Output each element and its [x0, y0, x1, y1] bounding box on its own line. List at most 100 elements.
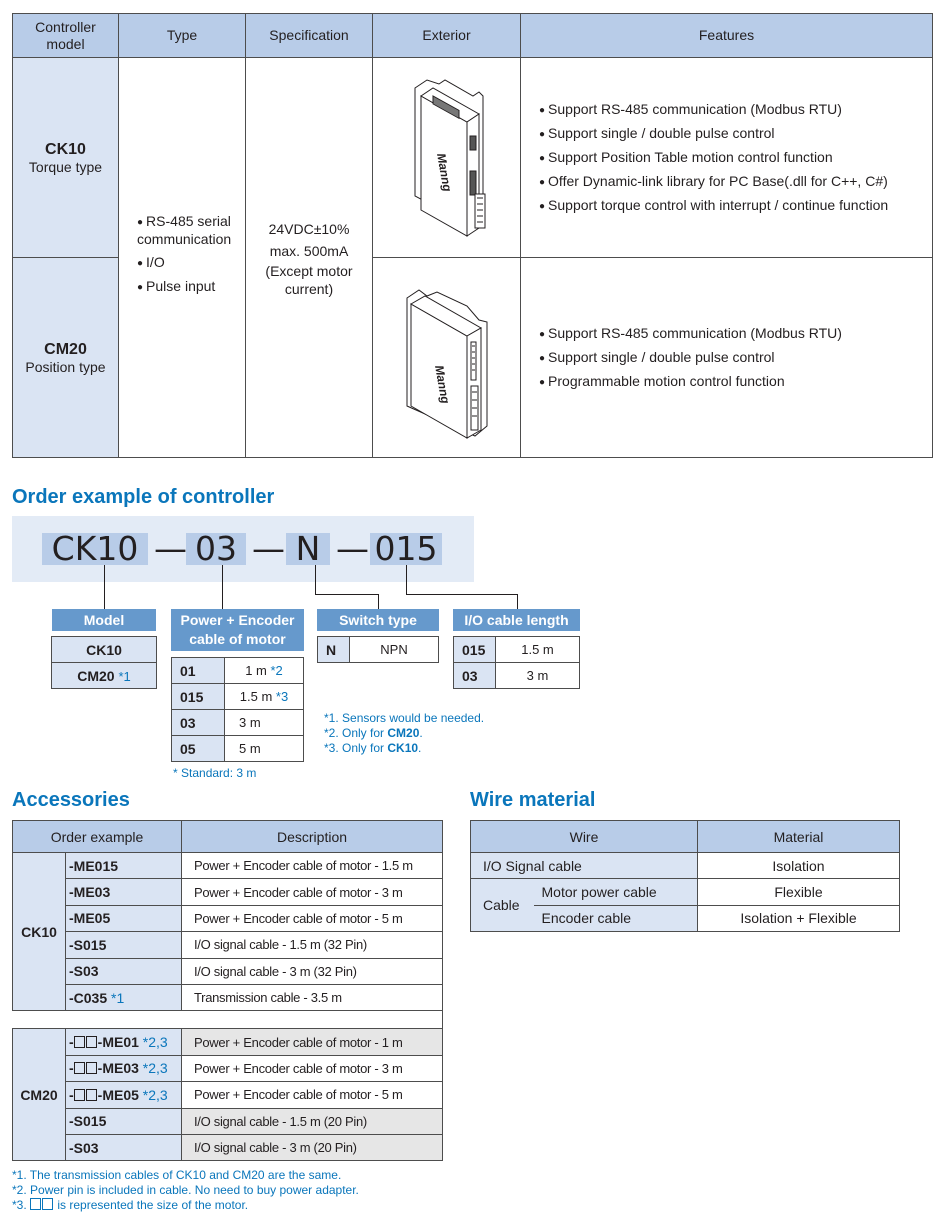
order-note: *3. Only for CK10. — [324, 741, 484, 756]
model-code: CK10 — [51, 636, 157, 663]
connector-line — [104, 565, 105, 609]
ck10-controller-image: Manng — [414, 79, 485, 237]
wire-row: I/O Signal cable Isolation — [470, 851, 900, 880]
type-item: I/O — [137, 254, 245, 272]
footnote-prefix: *3. — [12, 1198, 27, 1212]
io-length-row: 03 3 m — [453, 662, 580, 689]
accessory-row: -S03 I/O signal cable - 3 m (32 Pin) — [13, 957, 443, 985]
io-cable-length-code-table: 015 1.5 m 03 3 m — [453, 636, 580, 689]
standard-note: * Standard: 3 m — [173, 766, 257, 780]
note-text: . — [419, 726, 423, 740]
switch-type-row: N NPN — [317, 636, 439, 663]
motor-size-box-icon — [73, 1088, 85, 1101]
wire-group-cable: Cable — [470, 878, 534, 933]
group-model-cm20: CM20 — [12, 1028, 66, 1162]
title-line: cable of motor — [189, 631, 286, 647]
footnote: *1. The transmission cables of CK10 and … — [12, 1168, 342, 1182]
type-item: RS-485 serial communication — [137, 213, 245, 248]
switch-type-code-table: N NPN — [317, 636, 439, 663]
code-segment-model: CK10 — [42, 532, 148, 565]
note-bold: CM20 — [387, 726, 420, 740]
code-segment-io-length: 015 — [370, 532, 442, 565]
accessories-header-row: Order example Description — [12, 820, 443, 853]
spec-row-ck10: CK10 Torque type RS-485 serial communica… — [12, 57, 933, 458]
footnote-ref: *1 — [118, 668, 131, 684]
header-description: Description — [181, 820, 443, 853]
accessories-title: Accessories — [12, 789, 130, 811]
power-encoder-row: 01 1 m *2 — [171, 657, 304, 684]
accessory-code: -ME01 — [97, 1034, 139, 1051]
features-cell-cm20: Support RS-485 communication (Modbus RTU… — [520, 257, 933, 458]
wire-material: Isolation + Flexible — [697, 904, 900, 933]
accessory-code: -S015 — [65, 1107, 182, 1135]
header-order-example: Order example — [12, 820, 182, 853]
footnote-ref: *3 — [275, 689, 289, 704]
accessory-row: -ME05 Power + Encoder cable of motor - 5… — [13, 904, 443, 933]
feature-item: Support RS-485 communication (Modbus RTU… — [539, 322, 932, 346]
accessory-desc: Power + Encoder cable of motor - 3 m — [181, 1054, 443, 1083]
motor-size-box-icon — [85, 1088, 97, 1101]
motor-size-box-icon — [73, 1036, 85, 1049]
group-spacer — [12, 1010, 443, 1030]
footnote-ref: *2 — [270, 663, 283, 678]
model-code: CM20 — [77, 667, 115, 684]
value: 5 m — [224, 735, 304, 762]
features-list-ck10: Support RS-485 communication (Modbus RTU… — [521, 98, 932, 218]
accessory-desc: I/O signal cable - 1.5 m (32 Pin) — [181, 931, 443, 959]
feature-item: Programmable motion control function — [539, 370, 932, 394]
value: NPN — [349, 636, 439, 663]
model-name: CM20 — [44, 340, 87, 358]
feature-item: Support torque control with interrupt / … — [539, 194, 932, 218]
accessory-code: -S03 — [65, 957, 182, 985]
value: 1.5 m — [239, 689, 273, 704]
switch-type-box-title: Switch type — [317, 609, 439, 631]
header-controller-model: Controller model — [12, 13, 119, 58]
note-text: *2. Only for — [324, 726, 388, 740]
model-subtitle: Position type — [25, 358, 106, 375]
accessory-row: -S015 I/O signal cable - 1.5 m (32 Pin) — [13, 931, 443, 959]
model-box-title: Model — [52, 609, 156, 631]
accessory-row: - -ME03 *2,3 Power + Encoder cable of mot… — [13, 1054, 443, 1083]
specification-cell: 24VDC±10% max. 500mA (Except motor curre… — [245, 57, 373, 458]
model-row: CK10 — [51, 636, 157, 663]
value: 1 m — [245, 663, 267, 678]
wire-name: I/O Signal cable — [470, 851, 698, 880]
code-segment-cable: 03 — [186, 532, 246, 565]
code: 05 — [171, 735, 225, 762]
accessories-footnotes: *1. The transmission cables of CK10 and … — [12, 1168, 359, 1213]
accessory-row: -ME03 Power + Encoder cable of motor - 3… — [13, 878, 443, 906]
header-features: Features — [520, 13, 933, 58]
wire-row: Encoder cable Isolation + Flexible — [471, 904, 900, 933]
code: N — [317, 636, 350, 663]
wire-material-title: Wire material — [470, 789, 596, 811]
accessory-desc: Transmission cable - 3.5 m — [181, 983, 443, 1012]
feature-item: Support RS-485 communication (Modbus RTU… — [539, 98, 932, 122]
io-length-row: 015 1.5 m — [453, 636, 580, 663]
footnote: *2. Power pin is included in cable. No n… — [12, 1183, 359, 1197]
model-name: CK10 — [45, 140, 86, 158]
note-text: *3. Only for — [324, 741, 388, 755]
spec-note-line2: current) — [284, 280, 334, 297]
feature-item: Support Position Table motion control fu… — [539, 146, 932, 170]
group-model-ck10: CK10 — [12, 851, 66, 1012]
code: 015 — [171, 683, 225, 710]
connector-line — [406, 594, 518, 595]
connector-line — [315, 594, 379, 595]
accessory-code: -ME05 — [97, 1086, 139, 1103]
code: 03 — [453, 662, 496, 689]
motor-size-box-icon — [73, 1062, 85, 1075]
accessory-desc: Power + Encoder cable of motor - 5 m — [181, 1081, 443, 1109]
type-list: RS-485 serial communication I/O Pulse in… — [119, 213, 245, 296]
accessories-table: Order example Description CK10 -ME015 Po… — [12, 820, 443, 1162]
motor-size-box-icon — [30, 1198, 42, 1210]
accessory-code: -S03 — [65, 1133, 182, 1162]
wire-material: Isolation — [697, 851, 900, 880]
motor-size-box-icon — [85, 1062, 97, 1075]
accessory-row: -S03 I/O signal cable - 3 m (20 Pin) — [13, 1133, 443, 1162]
note-bold: CK10 — [387, 741, 419, 755]
accessory-desc: Power + Encoder cable of motor - 3 m — [181, 878, 443, 906]
connector-line — [378, 594, 379, 609]
connector-line — [517, 594, 518, 609]
accessory-code: -C035 — [69, 989, 108, 1006]
title-line: Power + Encoder — [180, 612, 295, 628]
